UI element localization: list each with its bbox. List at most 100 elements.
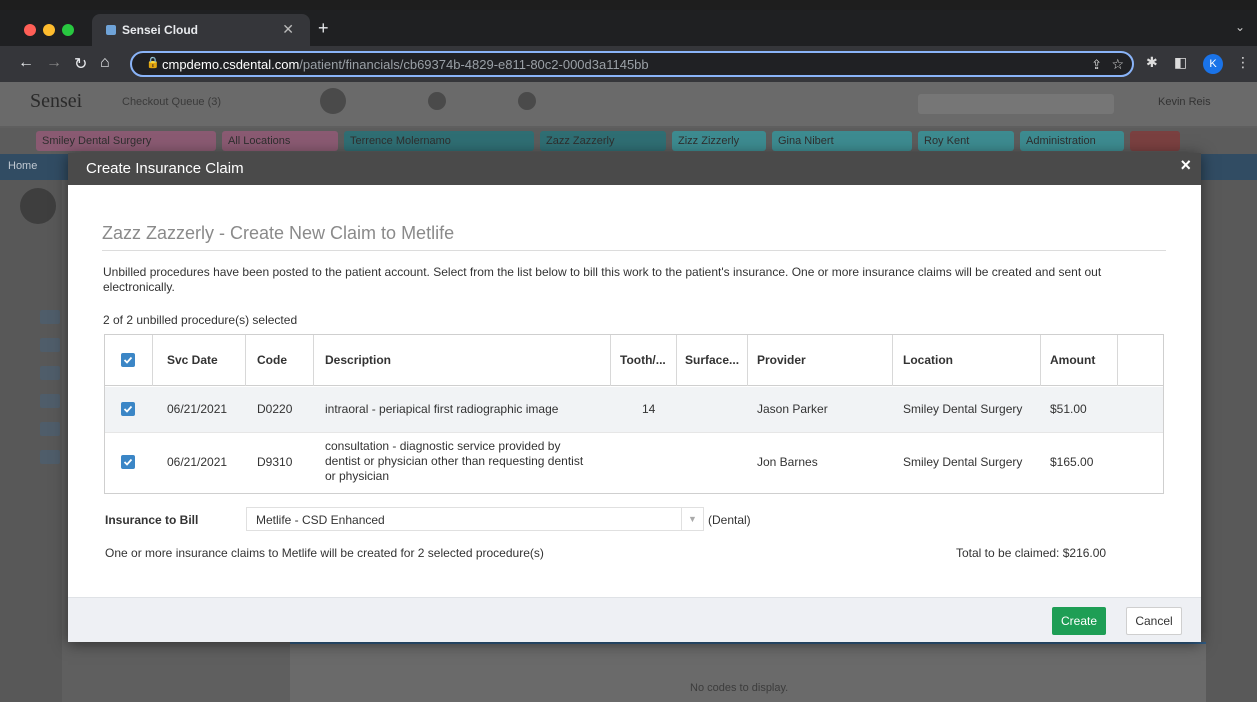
row-checkbox[interactable] [121,455,135,469]
table-row[interactable]: 06/21/2021 D9310 consultation - diagnost… [105,432,1163,493]
check-icon [123,458,133,466]
sensei-logo: Sensei [30,90,83,112]
home-icon[interactable]: ⌂ [100,54,110,72]
url-domain: cmpdemo.csdental.com [162,57,300,72]
staff-avatar[interactable] [320,88,346,114]
patient-tab[interactable] [1130,131,1180,151]
url-text: cmpdemo.csdental.com/patient/financials/… [162,57,649,72]
select-all-checkbox[interactable] [121,353,135,367]
location-cell: Smiley Dental Surgery [903,455,1023,469]
patient-tab[interactable]: Administration [1020,131,1124,151]
back-icon[interactable]: ← [18,54,34,72]
extensions-icon[interactable]: ✱ [1146,54,1158,71]
insurance-select[interactable]: Metlife - CSD Enhanced ▼ [246,507,704,531]
patient-avatar [20,188,56,224]
tooth-cell: 14 [642,402,656,416]
check-icon [123,356,133,364]
new-tab-icon[interactable]: + [318,18,329,39]
patient-tab[interactable]: Roy Kent [918,131,1014,151]
location-cell: Smiley Dental Surgery [903,402,1023,416]
menu-icon[interactable]: ⋮ [1236,54,1250,71]
patient-tab[interactable]: Smiley Dental Surgery [36,131,216,151]
cancel-button[interactable]: Cancel [1126,607,1182,635]
address-bar[interactable]: 🔒 cmpdemo.csdental.com/patient/financial… [130,51,1134,77]
code-cell: D0220 [257,402,293,416]
patient-tab[interactable]: Gina Nibert [772,131,912,151]
column-header-location[interactable]: Location [903,353,953,367]
selected-count: 2 of 2 unbilled procedure(s) selected [103,313,298,327]
dialog-footer: Create Cancel [68,597,1201,642]
app-header: Sensei Checkout Queue (3) Kevin Reis [0,82,1257,126]
claim-summary: One or more insurance claims to Metlife … [105,546,544,560]
checkout-queue-link[interactable]: Checkout Queue (3) [122,96,221,108]
insurance-select-value: Metlife - CSD Enhanced [256,513,385,527]
close-icon[interactable]: × [1180,155,1191,176]
patient-tab[interactable]: All Locations [222,131,338,151]
share-icon[interactable]: ⇪ [1091,57,1102,73]
profile-avatar[interactable]: K [1203,54,1223,74]
svc-date-cell: 06/21/2021 [167,402,228,416]
staff-avatar[interactable] [518,92,536,110]
column-header-amount[interactable]: Amount [1050,353,1095,367]
insurance-type: (Dental) [708,513,751,527]
column-header-description[interactable]: Description [325,353,391,367]
row-checkbox[interactable] [121,402,135,416]
browser-tab[interactable]: Sensei Cloud ✕ [92,14,310,46]
column-divider [747,335,748,386]
side-panel-icon[interactable]: ◧ [1174,54,1187,71]
codes-panel: No codes to display. [290,642,1206,702]
browser-toolbar: ← → ↻ ⌂ 🔒 cmpdemo.csdental.com/patient/f… [0,46,1257,82]
minimize-window-button[interactable] [43,24,55,36]
sidebar-item[interactable] [40,450,60,464]
provider-cell: Jason Parker [757,402,828,416]
patient-tab[interactable]: Zazz Zazzerly [540,131,666,151]
column-header-tooth[interactable]: Tooth/... [620,353,666,367]
check-icon [123,405,133,413]
create-insurance-claim-dialog: Create Insurance Claim × Zazz Zazzerly -… [68,153,1201,642]
total-to-claim: Total to be claimed: $216.00 [956,546,1107,560]
procedures-table: Svc Date Code Description Tooth/... Surf… [104,334,1164,494]
maximize-window-button[interactable] [62,24,74,36]
dialog-header: Create Insurance Claim × [68,153,1201,185]
intro-text: Unbilled procedures have been posted to … [103,265,1102,294]
patient-tab[interactable]: Zizz Zizzerly [672,131,766,151]
close-window-button[interactable] [24,24,36,36]
browser-tab-strip: Sensei Cloud ✕ + ⌄ [0,10,1257,46]
column-header-surface[interactable]: Surface... [685,353,739,367]
app-search-input[interactable] [918,94,1114,114]
sidebar-item[interactable] [40,394,60,408]
code-cell: D9310 [257,455,293,469]
staff-avatar[interactable] [428,92,446,110]
tab-search-icon[interactable]: ⌄ [1235,20,1245,34]
patient-tab[interactable]: Terrence Molernamo [344,131,534,151]
sidebar-item[interactable] [40,338,60,352]
reload-icon[interactable]: ↻ [74,54,87,74]
sidebar-item[interactable] [40,366,60,380]
column-divider [610,335,611,386]
url-path: /patient/financials/cb69374b-4829-e811-8… [299,57,649,72]
claim-heading: Zazz Zazzerly - Create New Claim to Metl… [102,223,1166,251]
sidebar-item[interactable] [40,422,60,436]
sidebar-item[interactable] [40,310,60,324]
patient-tabs: Smiley Dental Surgery All Locations Terr… [0,128,1257,154]
browser-tab-title: Sensei Cloud [122,23,199,37]
close-tab-icon[interactable]: ✕ [282,21,294,38]
svc-date-cell: 06/21/2021 [167,455,228,469]
insurance-label: Insurance to Bill [105,513,199,527]
user-menu[interactable]: Kevin Reis [1158,96,1211,108]
left-sidebar [0,180,62,702]
column-divider [892,335,893,386]
column-header-svc-date[interactable]: Svc Date [167,353,218,367]
lock-icon: 🔒 [146,57,160,69]
description-cell: intraoral - periapical first radiographi… [325,402,559,416]
bookmark-star-icon[interactable]: ☆ [1111,56,1124,73]
column-header-provider[interactable]: Provider [757,353,806,367]
table-row[interactable]: 06/21/2021 D0220 intraoral - periapical … [105,387,1163,432]
amount-cell: $165.00 [1050,455,1094,469]
home-link[interactable]: Home [8,160,37,172]
column-divider [1117,335,1118,386]
create-button[interactable]: Create [1052,607,1106,635]
chevron-down-icon[interactable]: ▼ [681,508,703,530]
forward-icon[interactable]: → [46,54,62,72]
column-header-code[interactable]: Code [257,353,287,367]
